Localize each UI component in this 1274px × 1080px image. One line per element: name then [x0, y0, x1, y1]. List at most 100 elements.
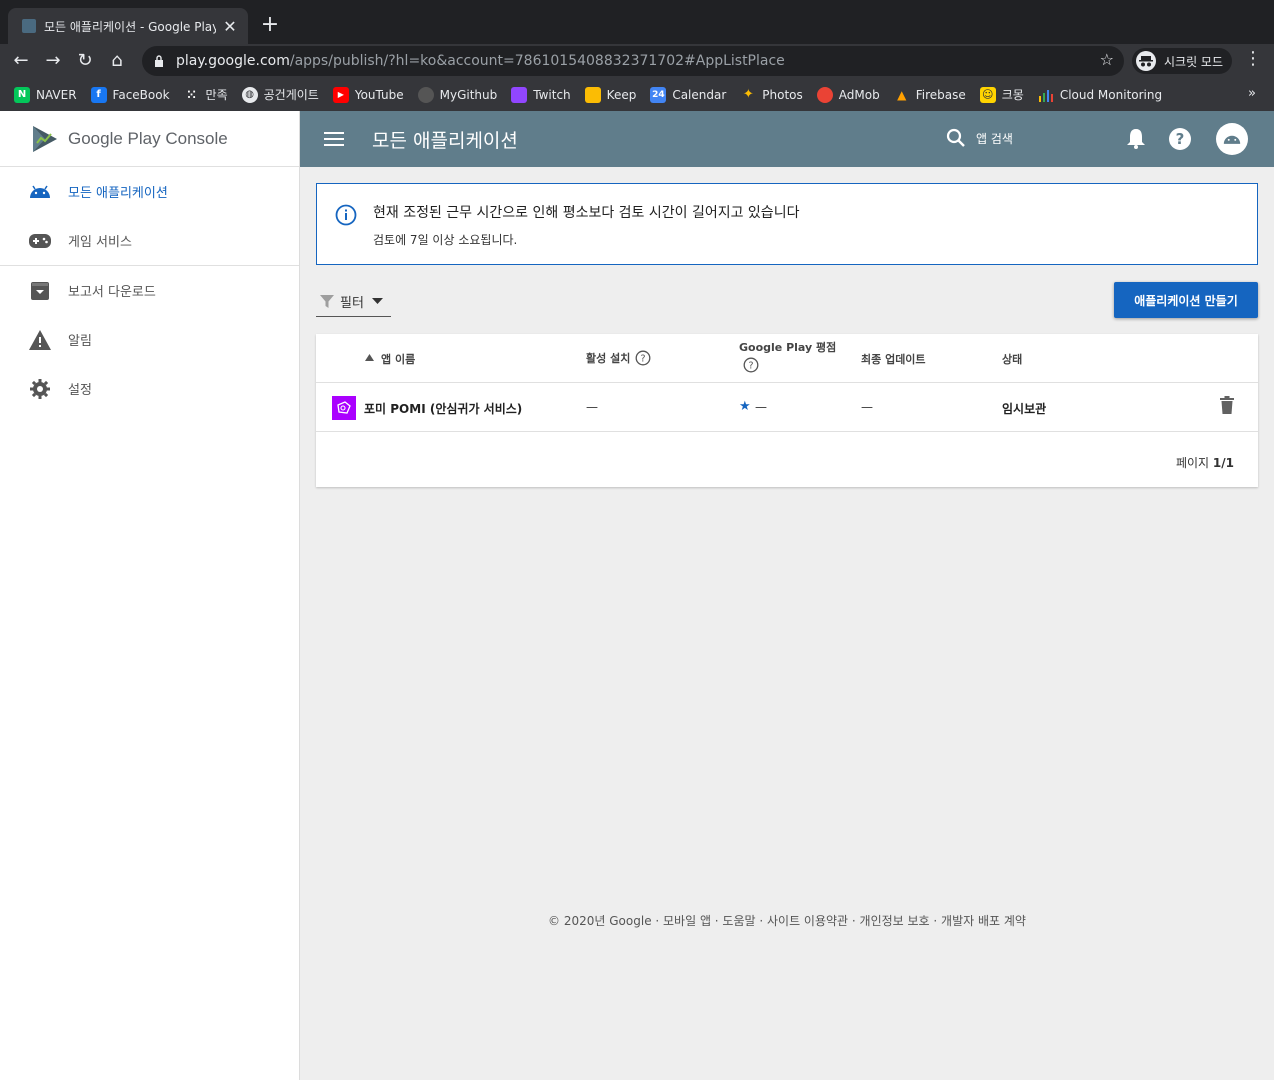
help-circle-icon[interactable]: ?: [743, 357, 759, 373]
column-header-rating[interactable]: Google Play 평점: [739, 339, 836, 355]
naver-icon: N: [14, 86, 30, 103]
menu-icon[interactable]: [324, 128, 344, 150]
column-header-status[interactable]: 상태: [1002, 351, 1022, 367]
youtube-icon: ▶: [332, 86, 349, 103]
warning-icon: [28, 328, 52, 352]
bookmark-twitch[interactable]: Twitch: [511, 86, 571, 103]
bookmark-kmong[interactable]: ☺ 크몽: [979, 86, 1024, 103]
dots-icon: ⁙: [186, 87, 197, 102]
browser-tab[interactable]: 모든 애플리케이션 - Google Play C ✕: [8, 8, 248, 44]
search-label: 앱 검색: [976, 131, 1013, 146]
sort-ascending-icon[interactable]: [365, 354, 374, 361]
help-icon[interactable]: ?: [1168, 127, 1192, 151]
bookmark-manjok[interactable]: ⁙ 만족: [184, 86, 228, 103]
facebook-icon: f: [90, 86, 107, 103]
keep-icon: [584, 86, 601, 103]
sidebar-item-game-services[interactable]: 게임 서비스: [0, 216, 299, 265]
delete-trash-icon[interactable]: [1220, 396, 1234, 414]
github-icon: [417, 86, 434, 103]
sidebar-item-all-apps[interactable]: 모든 애플리케이션: [0, 167, 299, 216]
android-icon: [28, 180, 52, 204]
bookmark-admob[interactable]: AdMob: [816, 86, 880, 103]
reload-icon[interactable]: ↻: [72, 48, 98, 74]
browser-toolbar: ← → ↻ ⌂ play.google.com/apps/publish/?hl…: [0, 44, 1274, 78]
gear-icon: [28, 377, 52, 401]
create-application-button[interactable]: 애플리케이션 만들기: [1114, 282, 1258, 318]
bookmark-naver[interactable]: N NAVER: [14, 86, 77, 103]
bookmark-gonggeon[interactable]: ◍ 공건게이트: [241, 86, 319, 103]
sidebar-item-label: 설정: [68, 383, 92, 398]
last-updated-value: —: [861, 400, 873, 414]
page-title: 모든 애플리케이션: [372, 129, 518, 152]
app-search[interactable]: 앱 검색: [946, 128, 1013, 148]
sidebar-item-settings[interactable]: 설정: [0, 364, 299, 413]
download-box-icon: [28, 279, 52, 303]
bookmark-github[interactable]: MyGithub: [417, 86, 497, 103]
firebase-icon: ▲: [897, 87, 907, 102]
search-icon: [946, 128, 965, 147]
status-value: 임시보관: [1002, 402, 1047, 416]
rating-star-icon: ★: [739, 399, 751, 414]
column-header-last-updated[interactable]: 최종 업데이트: [861, 351, 926, 367]
app-list-table: 앱 이름 활성 설치 ? Google Play 평점 ? 최종 업데이트 상태…: [316, 334, 1258, 487]
incognito-badge[interactable]: 시크릿 모드: [1132, 48, 1232, 74]
gamepad-icon: [28, 229, 52, 253]
filter-icon: [320, 294, 334, 308]
bookmark-keep[interactable]: Keep: [584, 86, 636, 103]
notifications-bell-icon[interactable]: [1126, 127, 1146, 149]
bookmark-photos[interactable]: ✦ Photos: [740, 87, 803, 103]
rating-value: —: [755, 400, 767, 414]
pagination: 페이지 1/1: [1175, 456, 1234, 470]
sidebar-item-label: 게임 서비스: [68, 235, 132, 250]
active-installs-value: —: [586, 400, 598, 414]
browser-menu-icon[interactable]: ⋮: [1244, 48, 1262, 69]
filter-dropdown[interactable]: 필터: [316, 286, 391, 317]
sidebar: Google Play Console 모든 애플리케이션 게임 서비스 보고서…: [0, 111, 300, 1080]
more-bookmarks-icon[interactable]: »: [1248, 86, 1256, 101]
tab-title: 모든 애플리케이션 - Google Play C: [44, 19, 216, 34]
globe-icon: ◍: [241, 86, 258, 103]
column-header-app-name[interactable]: 앱 이름: [381, 351, 415, 367]
kmong-icon: ☺: [979, 86, 996, 103]
bookmark-youtube[interactable]: ▶ YouTube: [332, 86, 404, 103]
svg-text:?: ?: [640, 354, 645, 365]
android-avatar-icon: [1223, 135, 1241, 144]
help-circle-icon[interactable]: ?: [635, 350, 651, 366]
close-tab-icon[interactable]: ✕: [222, 17, 238, 36]
address-bar[interactable]: play.google.com/apps/publish/?hl=ko&acco…: [142, 46, 1124, 76]
app-header: 모든 애플리케이션 앱 검색 ?: [300, 111, 1274, 167]
admob-icon: [816, 86, 833, 103]
app-icon: [332, 396, 356, 420]
forward-icon[interactable]: →: [40, 48, 66, 74]
play-console-logo-icon: [33, 125, 57, 152]
svg-text:?: ?: [1176, 130, 1185, 148]
sidebar-item-alerts[interactable]: 알림: [0, 315, 299, 364]
home-icon[interactable]: ⌂: [104, 48, 130, 74]
new-tab-icon[interactable]: +: [258, 12, 282, 37]
notice-body: 검토에 7일 이상 소요됩니다.: [373, 233, 518, 247]
sidebar-item-label: 모든 애플리케이션: [68, 186, 168, 201]
logo-text: Google Play Console: [68, 128, 228, 148]
dropdown-arrow-icon: [371, 298, 383, 304]
bookmark-facebook[interactable]: f FaceBook: [90, 86, 170, 103]
svg-text:?: ?: [748, 361, 753, 372]
back-icon[interactable]: ←: [8, 48, 34, 74]
notice-title: 현재 조정된 근무 시간으로 인해 평소보다 검토 시간이 길어지고 있습니다: [373, 205, 800, 221]
url-text: play.google.com/apps/publish/?hl=ko&acco…: [176, 53, 785, 69]
calendar-icon: 24: [650, 86, 667, 103]
sidebar-item-download-reports[interactable]: 보고서 다운로드: [0, 266, 299, 315]
sidebar-item-label: 알림: [68, 334, 92, 349]
filter-label: 필터: [340, 295, 364, 311]
review-delay-notice: 현재 조정된 근무 시간으로 인해 평소보다 검토 시간이 길어지고 있습니다 …: [316, 183, 1258, 265]
lock-icon: [155, 55, 163, 67]
bookmark-firebase[interactable]: ▲ Firebase: [894, 87, 966, 103]
bookmark-star-icon[interactable]: ☆: [1100, 50, 1114, 69]
app-name[interactable]: 포미 POMI (안심귀가 서비스): [364, 400, 522, 417]
play-console-logo[interactable]: Google Play Console: [0, 111, 299, 167]
browser-tab-bar: 모든 애플리케이션 - Google Play C ✕ +: [0, 0, 1274, 44]
account-avatar[interactable]: [1216, 123, 1248, 155]
bookmark-cloud-monitoring[interactable]: Cloud Monitoring: [1038, 87, 1162, 103]
column-header-active-installs[interactable]: 활성 설치: [586, 350, 630, 366]
bookmark-calendar[interactable]: 24 Calendar: [650, 86, 726, 103]
incognito-icon: [1136, 51, 1156, 71]
